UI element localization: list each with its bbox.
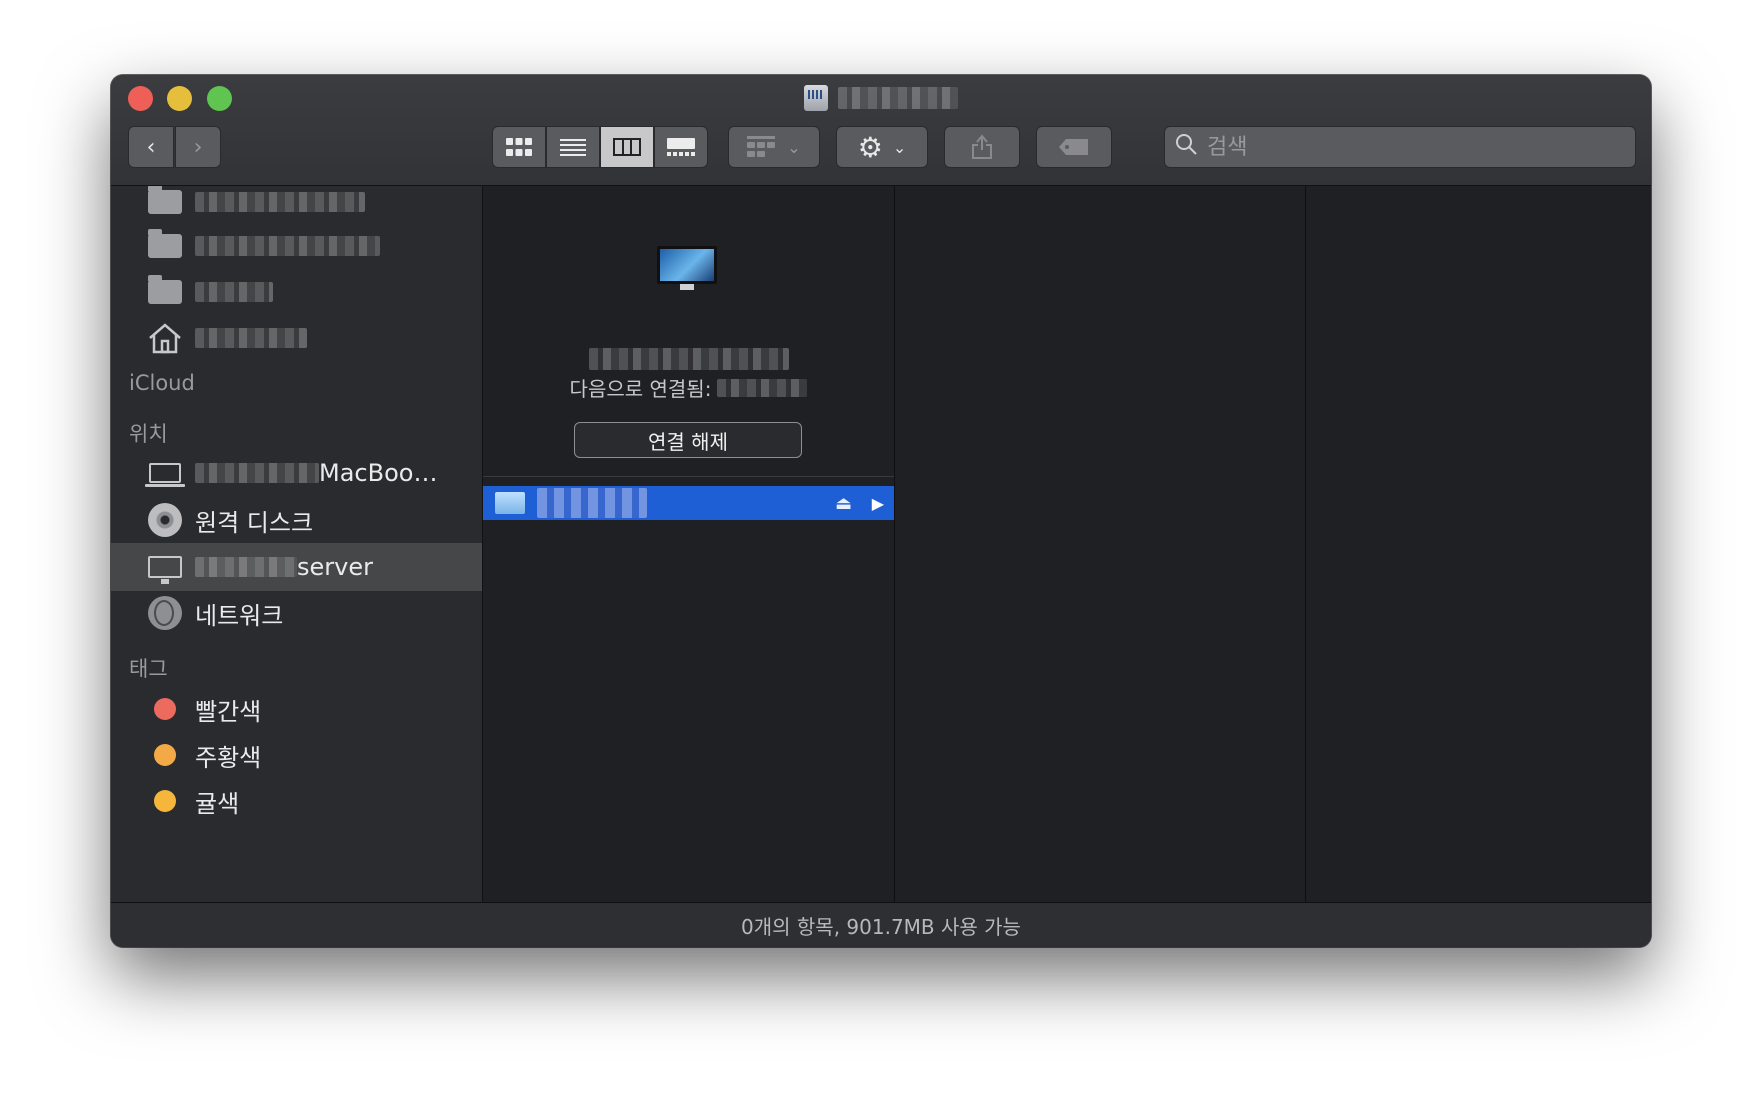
- redacted-label: [195, 463, 319, 483]
- tag-button[interactable]: [1036, 126, 1112, 168]
- sidebar-item-tag-red[interactable]: 빨간색: [111, 685, 482, 733]
- server-info-panel: 다음으로 연결됨: 연결 해제: [483, 186, 894, 477]
- redacted-label: [195, 328, 307, 348]
- imac-icon: [657, 246, 717, 292]
- column-1: 다음으로 연결됨: 연결 해제 ⏏ ▶: [483, 186, 895, 902]
- sidebar-item-label: 귤색: [195, 789, 240, 818]
- sidebar-item-macbook[interactable]: MacBoo…: [111, 449, 482, 497]
- tag-dot-icon: [147, 783, 183, 819]
- sidebar-item-label: 네트워크: [195, 601, 284, 630]
- monitor-icon: [147, 549, 183, 585]
- section-tags: 태그: [129, 657, 168, 681]
- gear-icon: ⚙: [857, 130, 883, 164]
- sidebar-item-label: MacBoo…: [319, 459, 438, 487]
- connected-as: 다음으로 연결됨:: [483, 373, 894, 402]
- sidebar-item-label: server: [297, 553, 373, 581]
- folder-icon: [147, 228, 183, 264]
- chevron-down-icon: ⌄: [787, 137, 801, 157]
- sidebar-item-label: 주황색: [195, 743, 262, 772]
- titlebar: ‹ › ⌄ ⚙ ⌄: [111, 75, 1651, 186]
- search-input[interactable]: [1205, 133, 1609, 161]
- icon-grid-icon: [506, 138, 532, 156]
- redacted-title: [838, 87, 958, 109]
- forward-button[interactable]: ›: [175, 126, 221, 168]
- redacted-label: [195, 236, 380, 256]
- sidebar-item-tag-orange[interactable]: 주황색: [111, 731, 482, 779]
- column-view-button[interactable]: [600, 126, 654, 168]
- finder-window: ‹ › ⌄ ⚙ ⌄ 검색 iCloud 위치 MacBoo… 원격 디스크 se…: [111, 75, 1651, 947]
- section-icloud: iCloud: [129, 371, 195, 395]
- status-text: 0개의 항목, 901.7MB 사용 가능: [741, 915, 1021, 939]
- list-view-button[interactable]: [546, 126, 600, 168]
- sidebar-item-remote-disc[interactable]: 원격 디스크: [111, 496, 482, 544]
- tag-dot-icon: [147, 691, 183, 727]
- sidebar-item-home[interactable]: [111, 314, 482, 362]
- back-button[interactable]: ‹: [128, 126, 174, 168]
- server-volume-icon: [804, 85, 828, 111]
- gallery-view-button[interactable]: [654, 126, 708, 168]
- sidebar-item-folder[interactable]: [111, 186, 482, 226]
- home-icon: [147, 320, 183, 356]
- disclosure-arrow-icon: ▶: [871, 493, 884, 513]
- sidebar-item-folder[interactable]: [111, 222, 482, 270]
- chevron-left-icon: ‹: [146, 134, 156, 160]
- list-icon: [560, 139, 586, 156]
- redacted-label: [195, 282, 273, 302]
- tag-dot-icon: [147, 737, 183, 773]
- disc-icon: [147, 502, 183, 538]
- redacted-server-name: [589, 348, 789, 370]
- tag-icon: [1059, 139, 1088, 155]
- connected-label: 다음으로 연결됨:: [569, 377, 712, 401]
- eject-icon[interactable]: ⏏: [835, 493, 852, 514]
- laptop-icon: [145, 455, 185, 491]
- sidebar-item-tag-tangerine[interactable]: 귤색: [111, 777, 482, 825]
- shared-volume-icon: [495, 492, 525, 514]
- folder-icon: [147, 274, 183, 310]
- sidebar-item-network[interactable]: 네트워크: [111, 589, 482, 637]
- chevron-right-icon: ›: [193, 134, 203, 160]
- share-icon: [972, 134, 992, 159]
- section-locations: 위치: [129, 422, 168, 446]
- sidebar-item-label: 원격 디스크: [195, 508, 314, 537]
- column-2: [895, 186, 1306, 902]
- window-title: [111, 83, 1651, 113]
- search-field[interactable]: [1164, 126, 1636, 168]
- folder-icon: [147, 186, 183, 220]
- group-grid-icon: [747, 136, 776, 157]
- column-3: [1306, 186, 1651, 902]
- redacted-volume-name: [537, 488, 647, 518]
- gallery-icon: [667, 138, 695, 156]
- action-menu-button[interactable]: ⚙ ⌄: [836, 126, 928, 168]
- status-bar: 0개의 항목, 901.7MB 사용 가능: [111, 902, 1651, 947]
- sidebar-item-folder[interactable]: [111, 268, 482, 316]
- search-icon: [1175, 133, 1197, 161]
- column-browser: 다음으로 연결됨: 연결 해제 ⏏ ▶: [483, 186, 1651, 902]
- globe-icon: [147, 595, 183, 631]
- redacted-label: [195, 192, 365, 212]
- redacted-user: [717, 378, 808, 397]
- sidebar: iCloud 위치 MacBoo… 원격 디스크 server 네트워크 태그: [111, 186, 483, 902]
- list-item-shared-volume[interactable]: ⏏ ▶: [483, 486, 894, 520]
- group-by-button[interactable]: ⌄: [728, 126, 820, 168]
- columns-icon: [613, 138, 641, 156]
- sidebar-item-server[interactable]: server: [111, 543, 482, 591]
- icon-view-button[interactable]: [492, 126, 546, 168]
- sidebar-item-label: 빨간색: [195, 697, 262, 726]
- redacted-label: [195, 557, 297, 577]
- view-mode-segment: [492, 126, 708, 168]
- chevron-down-icon: ⌄: [892, 137, 907, 157]
- disconnect-button[interactable]: 연결 해제: [574, 422, 802, 458]
- share-button[interactable]: [944, 126, 1020, 168]
